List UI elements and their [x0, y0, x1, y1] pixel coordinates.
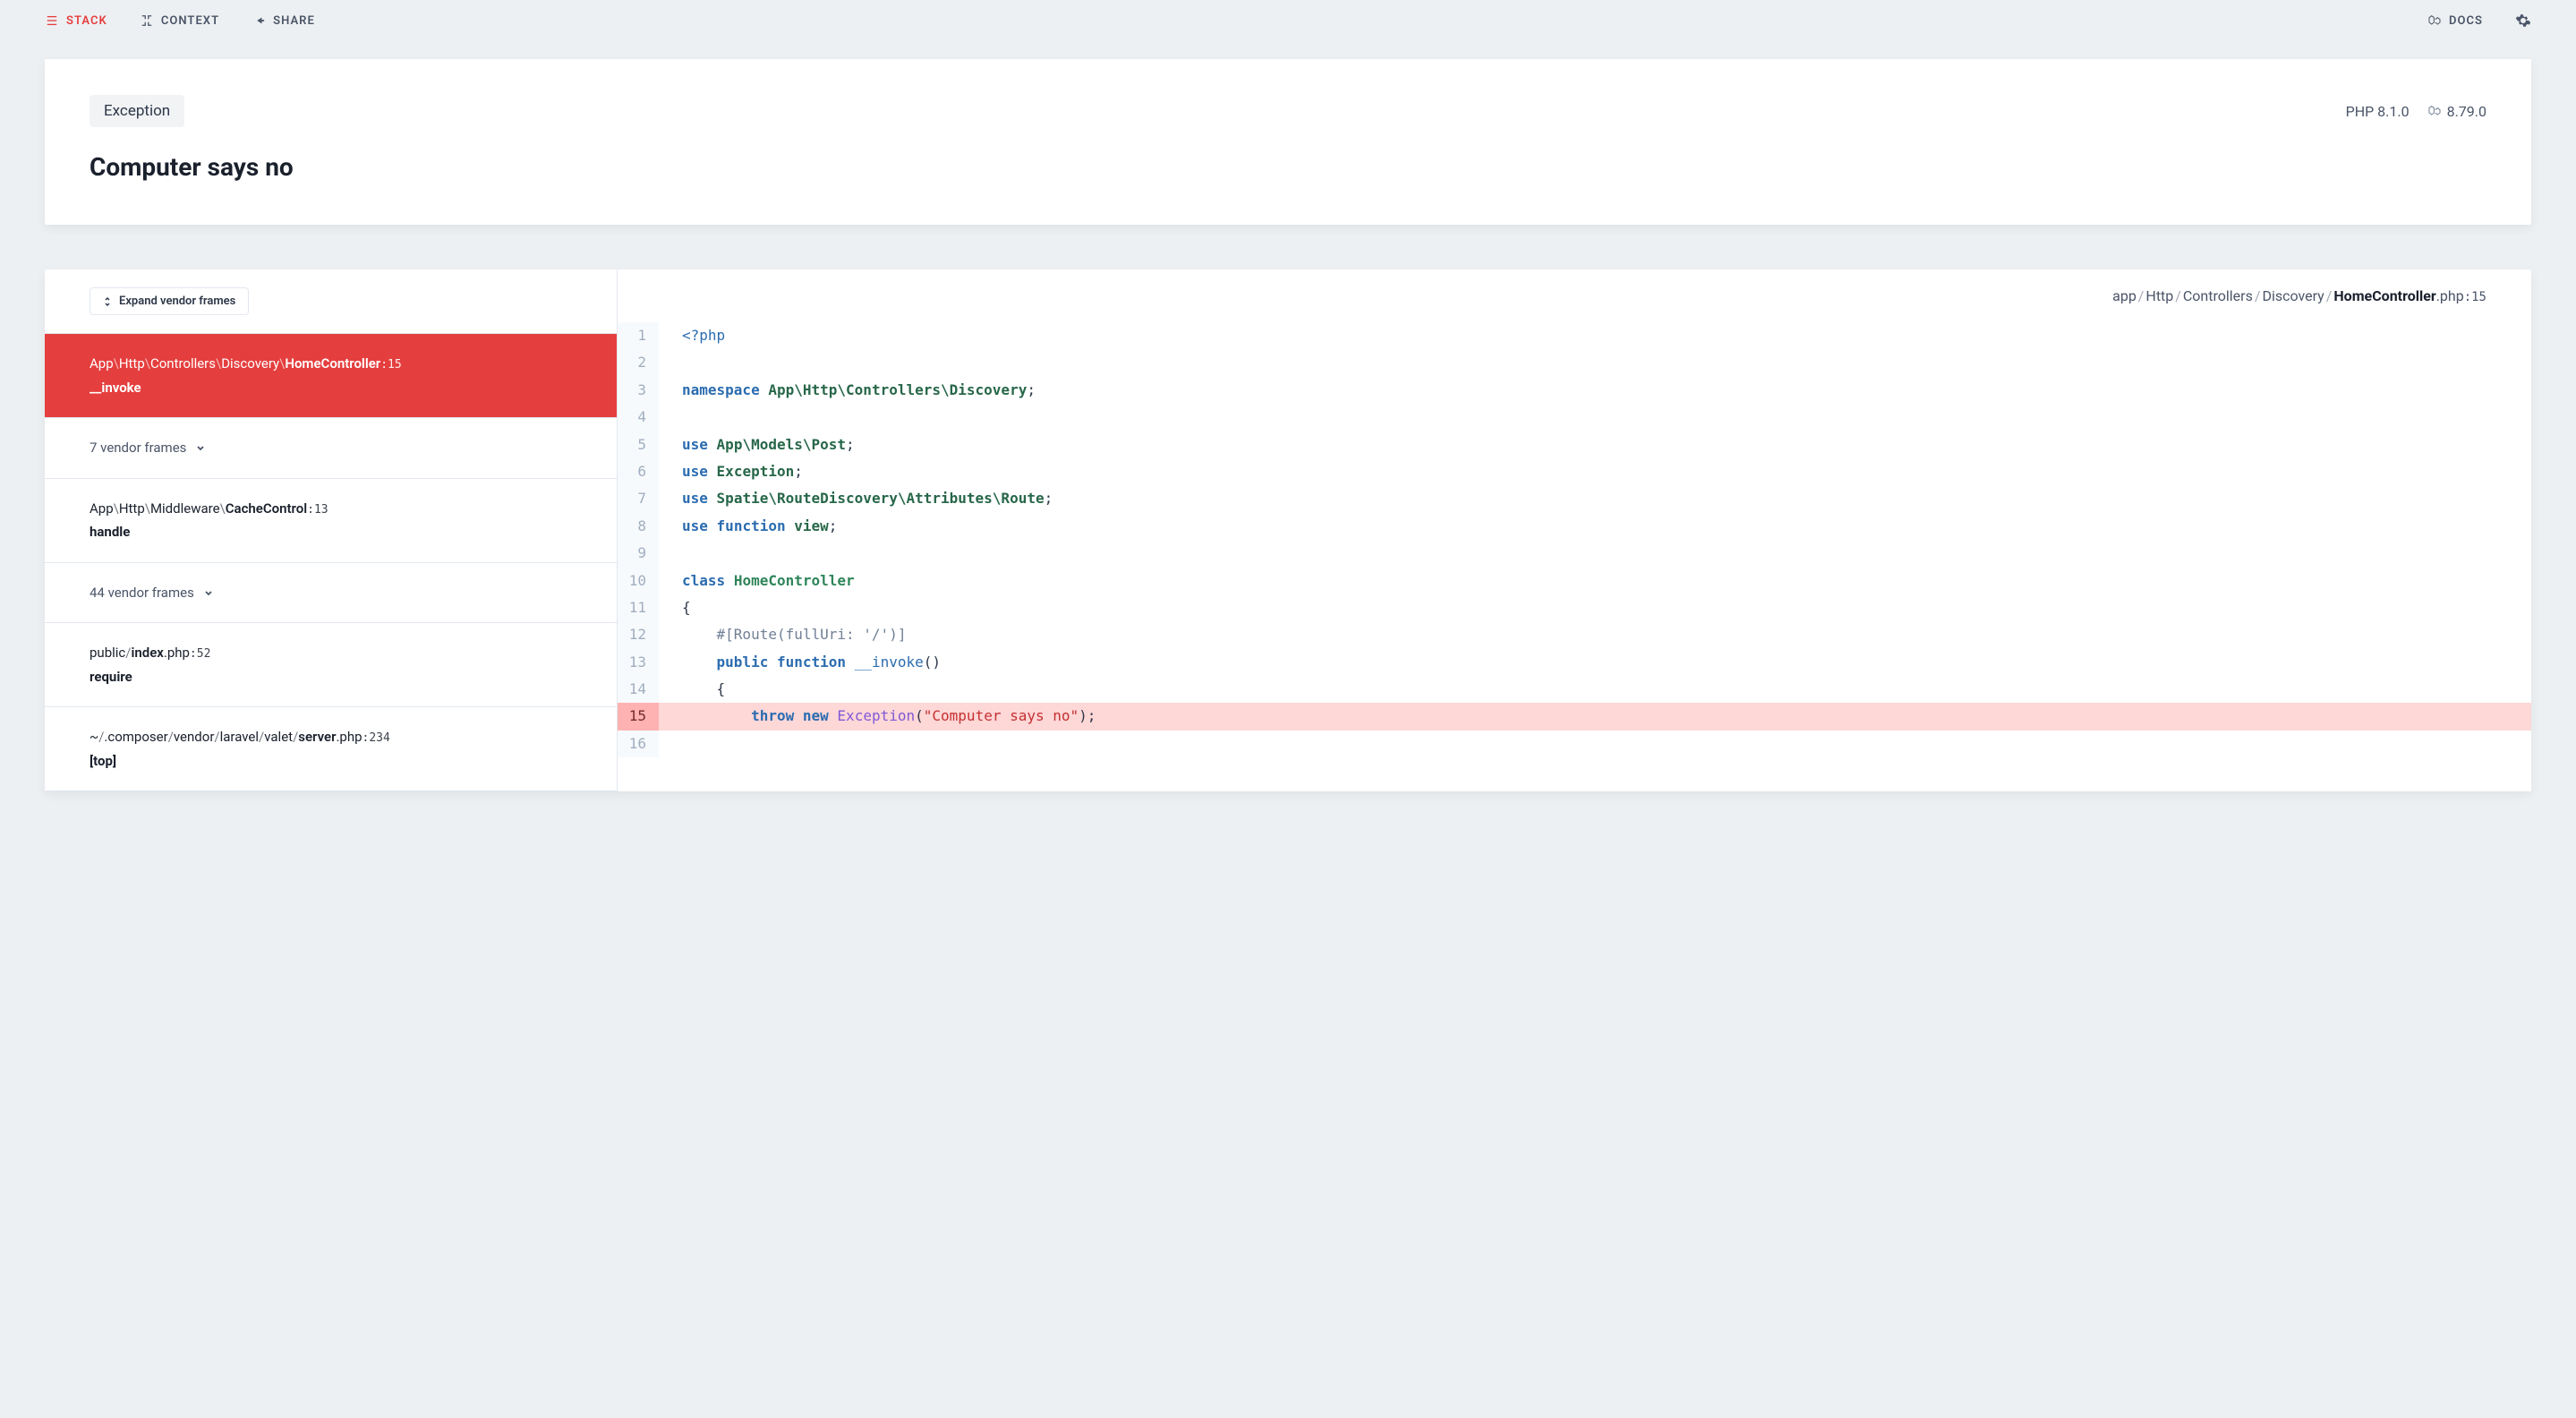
chevron-down-icon: [195, 442, 206, 453]
nav-context-label: CONTEXT: [161, 14, 219, 28]
frame-path: ~/.composer/vendor/laravel/valet/server.…: [90, 727, 572, 747]
code-pane: app/Http/Controllers/Discovery/HomeContr…: [618, 269, 2531, 791]
code-text: use Exception;: [659, 458, 803, 485]
code-text: namespace App\Http\Controllers\Discovery…: [659, 377, 1036, 404]
line-number: 3: [618, 377, 659, 404]
code-line: 6use Exception;: [618, 458, 2531, 485]
code-line: 11{: [618, 594, 2531, 621]
php-version: PHP 8.1.0: [2346, 103, 2410, 120]
code-text: [659, 349, 682, 376]
code-text: [659, 730, 682, 757]
line-number: 5: [618, 431, 659, 458]
line-number: 4: [618, 404, 659, 431]
nav-docs[interactable]: DOCS: [2427, 13, 2483, 28]
line-number: 10: [618, 568, 659, 594]
exception-title: Computer says no: [90, 152, 2486, 182]
code-text: use App\Models\Post;: [659, 431, 855, 458]
nav-context[interactable]: CONTEXT: [140, 13, 219, 28]
laravel-version: 8.79.0: [2427, 103, 2486, 120]
line-number: 8: [618, 513, 659, 540]
code-text: #[Route(fullUri: '/')]: [659, 621, 906, 648]
line-number: 2: [618, 349, 659, 376]
laravel-icon: [2427, 13, 2442, 28]
code-line: 4: [618, 404, 2531, 431]
frame-path: public/index.php:52: [90, 643, 572, 663]
code-line: 8use function view;: [618, 513, 2531, 540]
nav-stack[interactable]: STACK: [45, 13, 107, 28]
code-breadcrumb: app/Http/Controllers/Discovery/HomeContr…: [618, 269, 2531, 322]
code-line: 5use App\Models\Post;: [618, 431, 2531, 458]
line-number: 6: [618, 458, 659, 485]
line-number: 15: [618, 703, 659, 730]
context-icon: [140, 13, 154, 28]
code-text: throw new Exception("Computer says no");: [659, 703, 1096, 730]
nav-docs-label: DOCS: [2449, 14, 2483, 28]
code-line: 7use Spatie\RouteDiscovery\Attributes\Ro…: [618, 485, 2531, 512]
vendor-frames-collapsed[interactable]: 44 vendor frames: [45, 563, 617, 624]
frame-method: [top]: [90, 751, 572, 772]
stack-frame[interactable]: App\Http\Controllers\Discovery\HomeContr…: [45, 334, 617, 418]
stack-frame[interactable]: public/index.php:52 require: [45, 623, 617, 707]
frame-method: __invoke: [90, 378, 572, 398]
line-number: 9: [618, 540, 659, 567]
collapsed-label: 7 vendor frames: [90, 438, 186, 458]
vendor-frames-collapsed[interactable]: 7 vendor frames: [45, 418, 617, 479]
stack-frame[interactable]: ~/.composer/vendor/laravel/valet/server.…: [45, 707, 617, 791]
nav-share-label: SHARE: [273, 14, 315, 28]
code-text: [659, 540, 682, 567]
collapsed-label: 44 vendor frames: [90, 583, 194, 603]
expand-vendor-label: Expand vendor frames: [119, 295, 235, 308]
frame-method: handle: [90, 522, 572, 542]
expand-vendor-button[interactable]: Expand vendor frames: [90, 287, 249, 315]
main-panel: Expand vendor frames App\Http\Controller…: [45, 269, 2531, 791]
versions: PHP 8.1.0 8.79.0: [2346, 103, 2486, 120]
line-number: 1: [618, 322, 659, 349]
code-block: 1<?php23namespace App\Http\Controllers\D…: [618, 322, 2531, 757]
nav-stack-label: STACK: [66, 14, 107, 28]
code-text: {: [659, 676, 725, 703]
code-line: 2: [618, 349, 2531, 376]
stack-sidebar: Expand vendor frames App\Http\Controller…: [45, 269, 618, 791]
line-number: 12: [618, 621, 659, 648]
nav-share[interactable]: SHARE: [252, 13, 315, 28]
code-line: 15 throw new Exception("Computer says no…: [618, 703, 2531, 730]
exception-header: Exception PHP 8.1.0 8.79.0 Computer says…: [45, 59, 2531, 225]
code-text: use Spatie\RouteDiscovery\Attributes\Rou…: [659, 485, 1053, 512]
exception-badge: Exception: [90, 95, 184, 127]
line-number: 16: [618, 730, 659, 757]
frame-path: App\Http\Middleware\CacheControl:13: [90, 499, 572, 519]
line-number: 13: [618, 649, 659, 676]
code-line: 12 #[Route(fullUri: '/')]: [618, 621, 2531, 648]
frame-path: App\Http\Controllers\Discovery\HomeContr…: [90, 354, 572, 374]
code-line: 10class HomeController: [618, 568, 2531, 594]
code-line: 13 public function __invoke(): [618, 649, 2531, 676]
code-line: 16: [618, 730, 2531, 757]
code-text: public function __invoke(): [659, 649, 941, 676]
code-line: 14 {: [618, 676, 2531, 703]
settings-button[interactable]: [2515, 13, 2531, 29]
gear-icon: [2515, 13, 2531, 29]
laravel-icon: [2427, 104, 2442, 118]
top-nav: STACK CONTEXT SHARE DOCS: [0, 0, 2576, 41]
code-text: [659, 404, 682, 431]
code-text: class HomeController: [659, 568, 855, 594]
frame-method: require: [90, 667, 572, 688]
code-line: 9: [618, 540, 2531, 567]
stack-frame[interactable]: App\Http\Middleware\CacheControl:13 handl…: [45, 479, 617, 563]
share-icon: [252, 13, 266, 28]
line-number: 14: [618, 676, 659, 703]
expand-icon: [103, 296, 112, 307]
code-text: <?php: [659, 322, 725, 349]
chevron-down-icon: [203, 587, 214, 598]
code-line: 3namespace App\Http\Controllers\Discover…: [618, 377, 2531, 404]
stack-icon: [45, 13, 59, 28]
code-text: {: [659, 594, 691, 621]
code-line: 1<?php: [618, 322, 2531, 349]
line-number: 7: [618, 485, 659, 512]
code-text: use function view;: [659, 513, 837, 540]
line-number: 11: [618, 594, 659, 621]
